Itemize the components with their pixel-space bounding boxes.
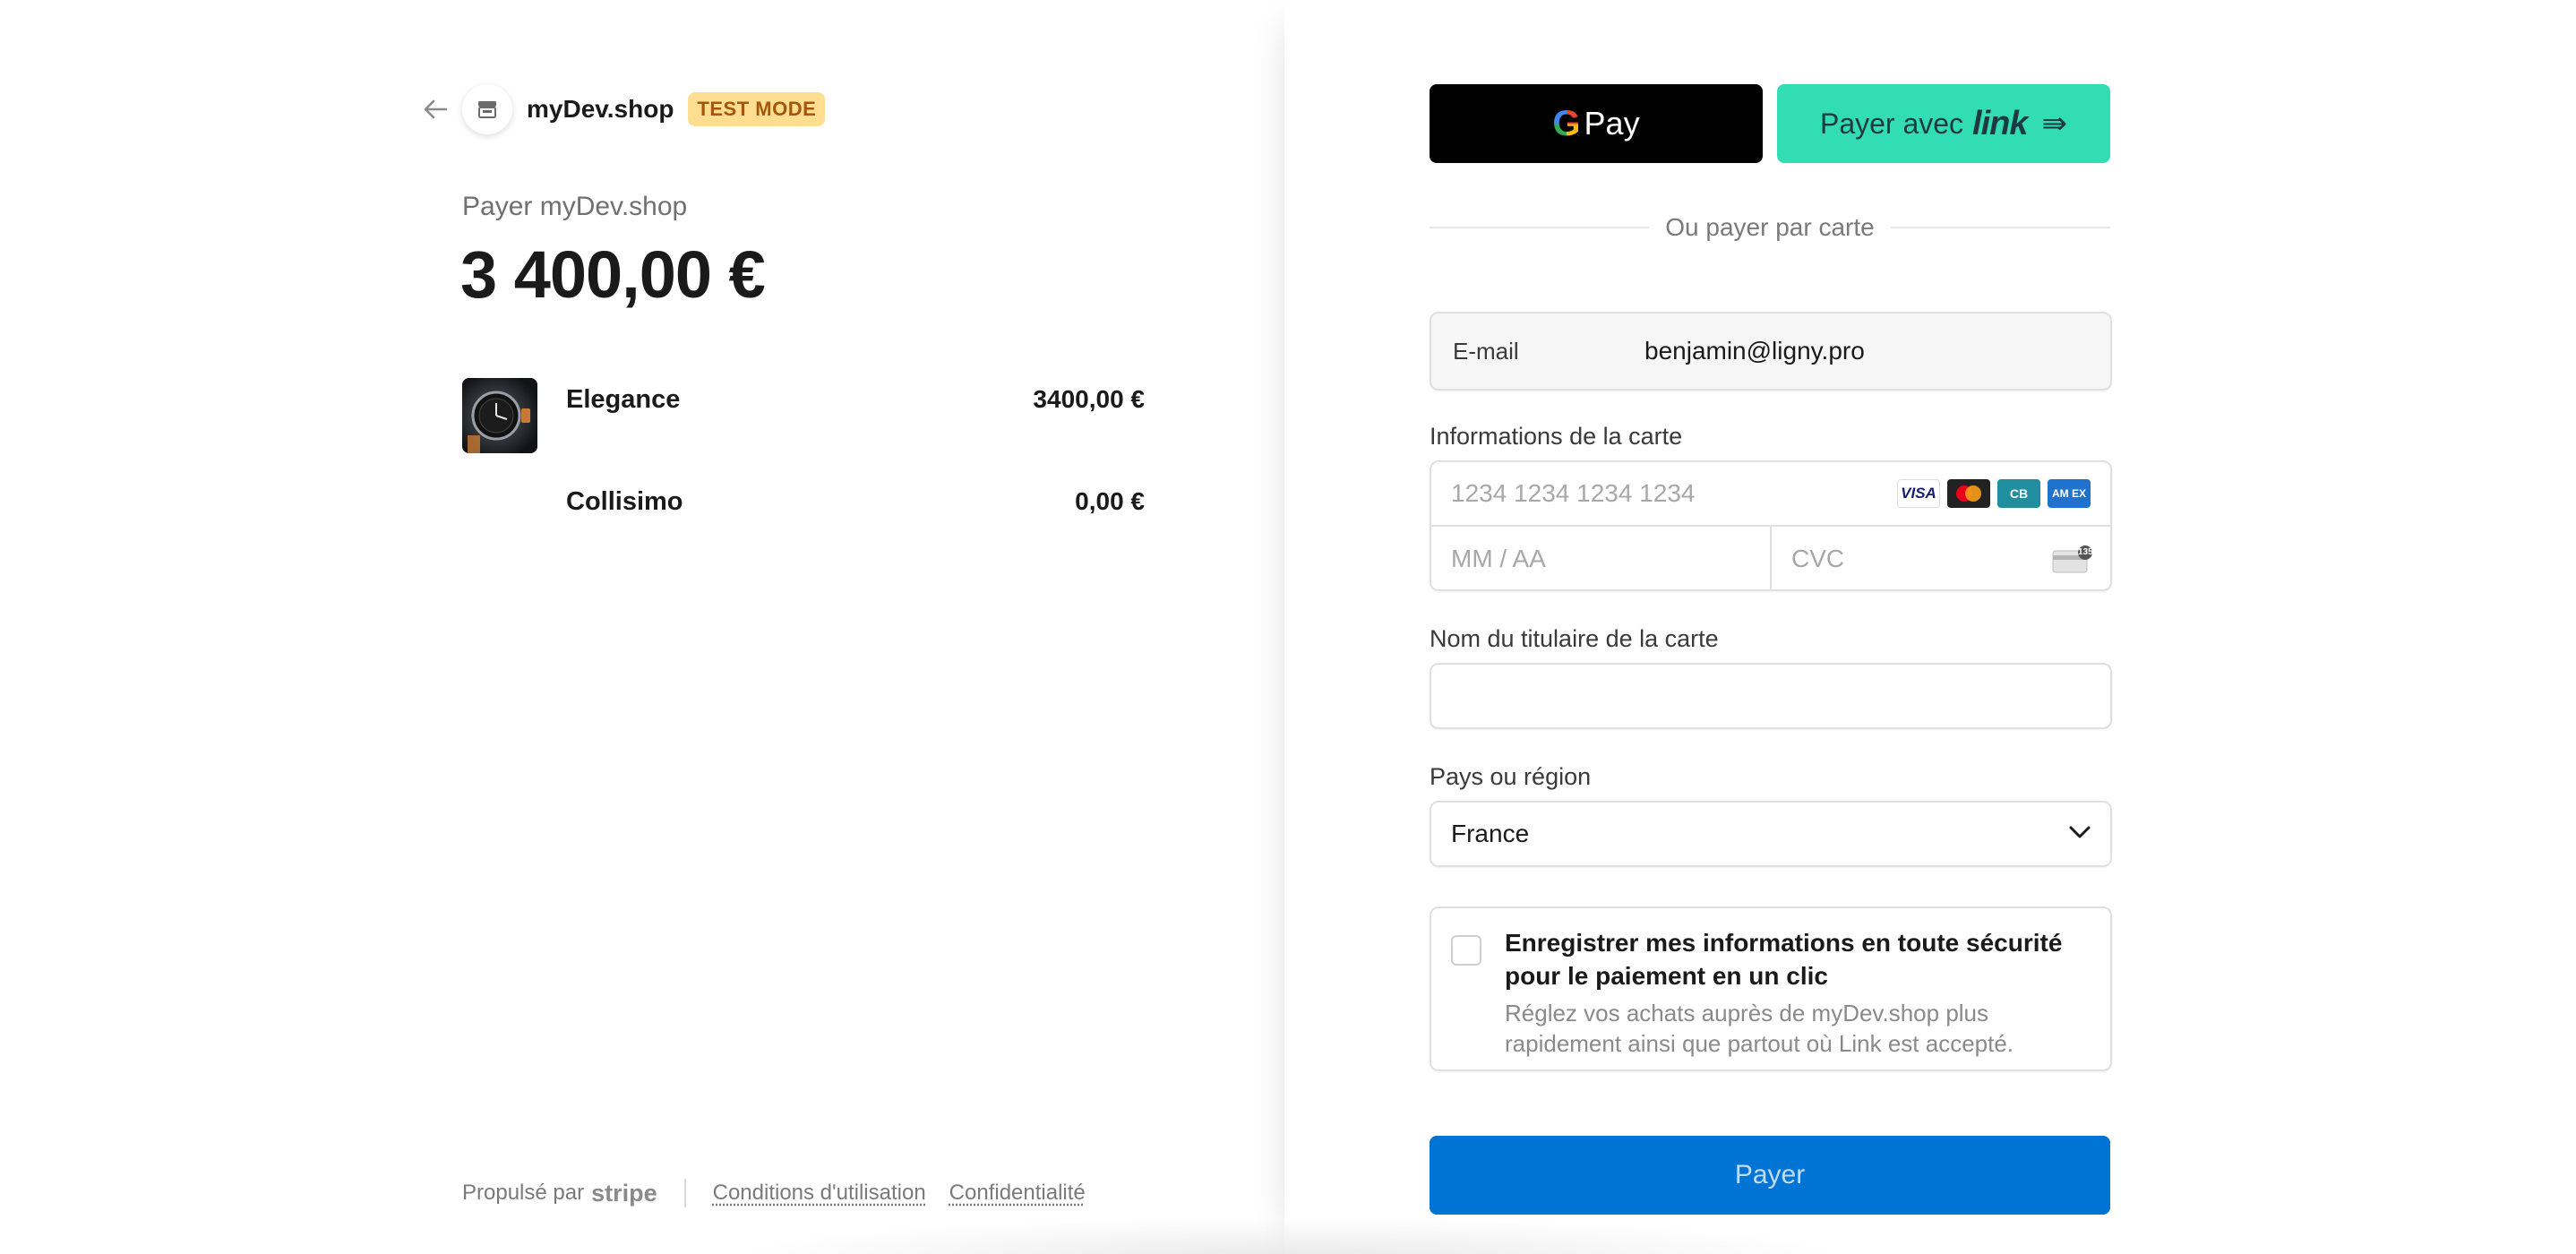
chevron-down-icon: [2069, 826, 2091, 843]
card-expiry-cvc-row: MM / AA CVC 135: [1431, 527, 2110, 589]
item-name: Elegance: [566, 385, 681, 414]
watch-thumbnail-icon: [462, 378, 537, 453]
mastercard-icon: [1947, 479, 1990, 508]
order-summary-pane: myDev.shop TEST MODE Payer myDev.shop 3 …: [0, 0, 1284, 1254]
cartes-bancaires-icon: CB: [1997, 479, 2040, 508]
link-logo: link: [1972, 104, 2028, 142]
footer-divider: [683, 1179, 686, 1207]
test-mode-badge: TEST MODE: [688, 92, 826, 126]
pay-button[interactable]: Payer: [1430, 1136, 2110, 1215]
visa-icon: VISA: [1897, 479, 1940, 508]
email-field[interactable]: E-mail benjamin@ligny.pro: [1430, 312, 2112, 391]
back-arrow-icon[interactable]: [419, 93, 451, 125]
item-price: 3400,00 €: [1033, 385, 1145, 413]
google-pay-button[interactable]: G Pay: [1430, 84, 1763, 163]
card-brands: VISA CB AM EX: [1897, 479, 2091, 508]
card-number-placeholder: 1234 1234 1234 1234: [1451, 479, 1696, 507]
store-icon: [462, 84, 512, 134]
card-number-input[interactable]: 1234 1234 1234 1234 VISA CB AM EX: [1431, 462, 2110, 527]
pay-by-card-divider: Ou payer par carte: [1430, 211, 2111, 244]
terms-link[interactable]: Conditions d'utilisation: [713, 1181, 926, 1206]
powered-by-text: Propulsé par: [462, 1181, 585, 1205]
cvc-icon-text: 135: [2078, 547, 2093, 557]
email-value[interactable]: benjamin@ligny.pro: [1644, 337, 1865, 365]
cardholder-label: Nom du titulaire de la carte: [1430, 625, 1719, 652]
link-pay-button[interactable]: Payer avec link ⇛: [1777, 84, 2110, 163]
expiry-input[interactable]: MM / AA: [1431, 527, 1770, 589]
save-info-description: Réglez vos achats auprès de myDev.shop p…: [1505, 1000, 2014, 1057]
merchant-header: myDev.shop TEST MODE: [419, 84, 826, 134]
divider-text: Ou payer par carte: [1665, 213, 1875, 241]
cardholder-name-input[interactable]: [1430, 663, 2112, 729]
cvc-input[interactable]: CVC 135: [1770, 527, 2110, 589]
total-amount: 3 400,00 €: [460, 237, 766, 312]
item-price: 0,00 €: [1075, 487, 1145, 515]
expiry-placeholder: MM / AA: [1451, 545, 1546, 572]
divider-line: [1890, 227, 2111, 228]
line-item: Elegance 3400,00 €: [462, 378, 1145, 453]
country-value: France: [1451, 820, 1530, 847]
google-g-icon: G: [1552, 103, 1581, 143]
wallet-buttons: G Pay Payer avec link ⇛: [1430, 84, 2110, 163]
arrow-right-icon: ⇛: [2041, 107, 2068, 141]
stripe-logo[interactable]: stripe: [591, 1180, 657, 1207]
item-name: Collisimo: [566, 487, 683, 516]
divider-line: [1430, 227, 1650, 228]
save-info-option: Enregistrer mes informations en toute sé…: [1430, 906, 2112, 1071]
pay-merchant-label: Payer myDev.shop: [462, 192, 688, 221]
line-item: Collisimo 0,00 €: [462, 482, 1145, 521]
country-label: Pays ou région: [1430, 763, 1592, 790]
cvc-placeholder: CVC: [1791, 545, 1845, 572]
privacy-link[interactable]: Confidentialité: [949, 1181, 1086, 1206]
footer: Propulsé par stripe Conditions d'utilisa…: [462, 1179, 1109, 1207]
country-select[interactable]: France: [1430, 801, 2112, 867]
link-button-label: Payer avec: [1819, 107, 1964, 140]
save-info-title: Enregistrer mes informations en toute sé…: [1505, 929, 2063, 990]
email-label: E-mail: [1453, 337, 1519, 365]
shop-name: myDev.shop: [527, 95, 674, 123]
save-info-text: Enregistrer mes informations en toute sé…: [1505, 926, 2091, 1057]
amex-icon: AM EX: [2048, 479, 2091, 508]
google-pay-label: Pay: [1584, 105, 1640, 142]
cvc-card-icon: 135: [2051, 545, 2093, 573]
save-info-checkbox[interactable]: [1451, 935, 1481, 966]
card-info-label: Informations de la carte: [1430, 423, 1683, 450]
card-info-group: 1234 1234 1234 1234 VISA CB AM EX MM / A…: [1430, 460, 2112, 591]
